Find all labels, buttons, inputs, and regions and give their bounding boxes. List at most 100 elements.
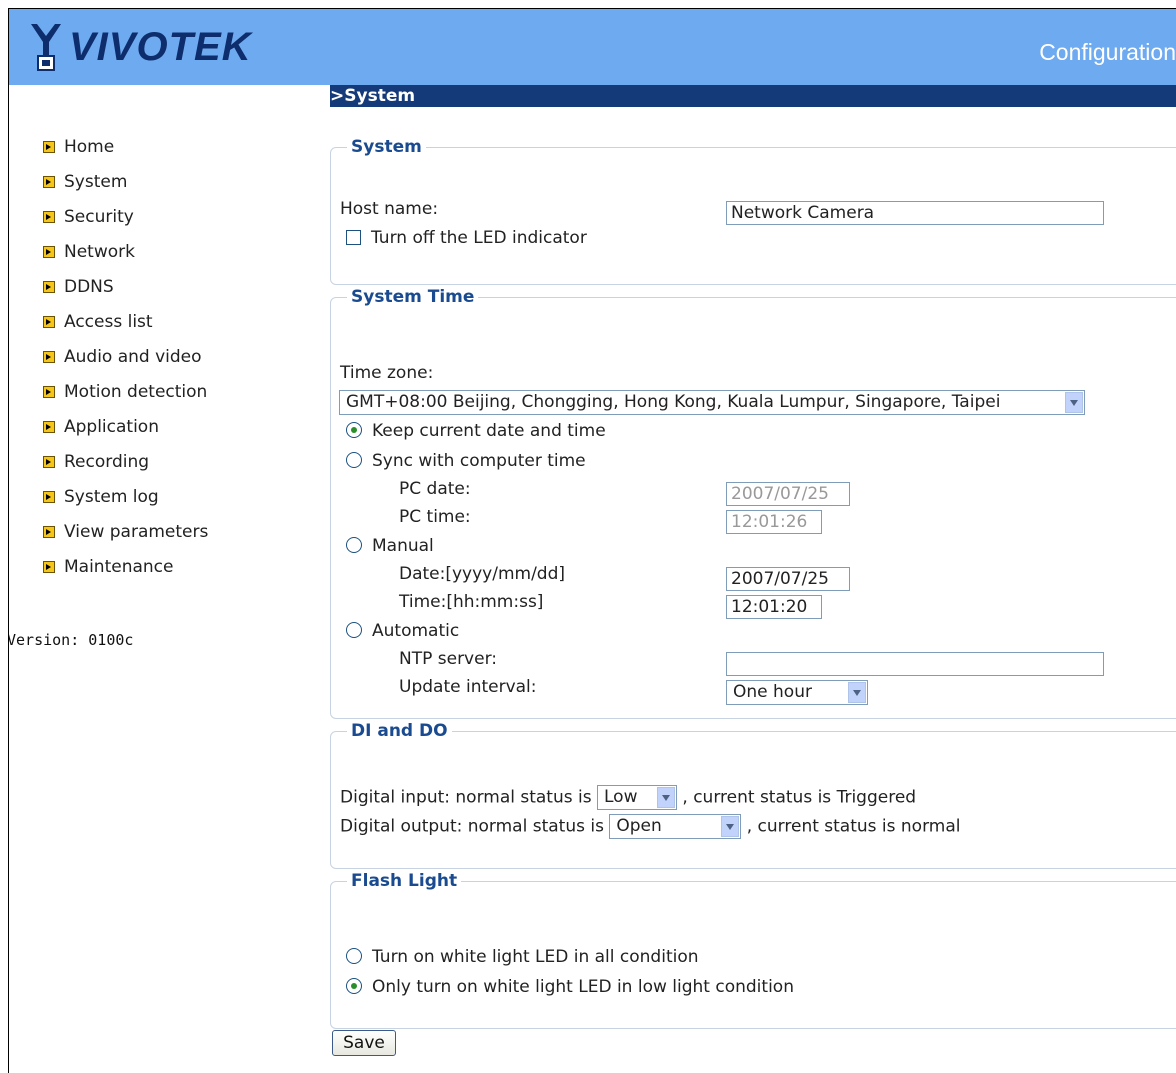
- sync-label: Sync with computer time: [372, 451, 586, 471]
- sidebar-item-motion-detection[interactable]: Motion detection: [43, 383, 208, 418]
- sidebar-item-label[interactable]: System log: [64, 488, 159, 506]
- sidebar-item-label[interactable]: Application: [64, 418, 159, 436]
- arrow-right-icon: [43, 281, 55, 293]
- page-header-title: Configuration: [1039, 39, 1176, 65]
- automatic-option[interactable]: Automatic: [346, 621, 459, 641]
- chevron-down-icon[interactable]: [657, 787, 675, 808]
- sidebar-item-label[interactable]: Home: [64, 138, 114, 156]
- flash-all-radio[interactable]: [346, 948, 362, 964]
- system-legend: System: [351, 137, 422, 157]
- keep-label: Keep current date and time: [372, 421, 606, 441]
- arrow-right-icon: [43, 351, 55, 363]
- pc-time-label: PC time:: [399, 507, 471, 527]
- manual-option[interactable]: Manual: [346, 536, 434, 556]
- page-title: >System: [330, 85, 1176, 107]
- header-bar: VIVOTEK Configuration: [9, 9, 1176, 85]
- flash-low-radio[interactable]: [346, 978, 362, 994]
- sidebar-item-recording[interactable]: Recording: [43, 453, 208, 488]
- flash-low-label: Only turn on white light LED in low ligh…: [372, 977, 794, 997]
- led-option[interactable]: Turn off the LED indicator: [346, 228, 587, 248]
- keep-radio[interactable]: [346, 422, 362, 438]
- flash-all-option[interactable]: Turn on white light LED in all condition: [346, 947, 699, 967]
- sidebar-item-application[interactable]: Application: [43, 418, 208, 453]
- host-name-label: Host name:: [340, 199, 439, 219]
- sidebar-item-label[interactable]: Network: [64, 243, 135, 261]
- chevron-down-icon[interactable]: [1065, 392, 1083, 413]
- automatic-radio[interactable]: [346, 622, 362, 638]
- sidebar-item-view-parameters[interactable]: View parameters: [43, 523, 208, 558]
- save-button[interactable]: Save: [332, 1030, 396, 1056]
- date-label: Date:[yyyy/mm/dd]: [399, 564, 566, 584]
- sync-radio[interactable]: [346, 452, 362, 468]
- arrow-right-icon: [43, 316, 55, 328]
- sidebar-item-home[interactable]: Home: [43, 138, 208, 173]
- pc-time-field: 12:01:26: [726, 510, 822, 534]
- logo-emblem-icon: [31, 24, 61, 71]
- host-name-input[interactable]: Network Camera: [726, 201, 1104, 225]
- sidebar-item-security[interactable]: Security: [43, 208, 208, 243]
- system-time-fieldset: System Time Time zone: GMT+08:00 Beijing…: [330, 287, 1176, 719]
- sidebar-item-label[interactable]: Access list: [64, 313, 153, 331]
- sidebar-item-label[interactable]: View parameters: [64, 523, 208, 541]
- brand-name: VIVOTEK: [69, 24, 252, 69]
- time-zone-select[interactable]: GMT+08:00 Beijing, Chongging, Hong Kong,…: [339, 390, 1085, 415]
- sidebar-item-label[interactable]: System: [64, 173, 127, 191]
- arrow-right-icon: [43, 246, 55, 258]
- arrow-right-icon: [43, 211, 55, 223]
- sidebar-item-system[interactable]: System: [43, 173, 208, 208]
- sidebar-item-label[interactable]: Audio and video: [64, 348, 202, 366]
- date-input[interactable]: 2007/07/25: [726, 567, 850, 591]
- sidebar-item-system-log[interactable]: System log: [43, 488, 208, 523]
- di-status-select[interactable]: Low: [597, 785, 677, 810]
- sidebar-nav: Home System Security Network DDNS Access…: [43, 138, 208, 593]
- di-status-value: Low: [604, 787, 638, 807]
- do-status-select[interactable]: Open: [609, 814, 742, 839]
- system-time-legend: System Time: [351, 287, 475, 307]
- browser-frame: VIVOTEK Configuration Home System Securi…: [8, 8, 1176, 1073]
- sidebar: Home System Security Network DDNS Access…: [9, 85, 330, 1073]
- sidebar-item-label[interactable]: Maintenance: [64, 558, 173, 576]
- manual-radio[interactable]: [346, 537, 362, 553]
- update-interval-label: Update interval:: [399, 677, 537, 697]
- vivotek-logo: VIVOTEK: [29, 19, 252, 75]
- flash-low-option[interactable]: Only turn on white light LED in low ligh…: [346, 977, 794, 997]
- time-input[interactable]: 12:01:20: [726, 595, 822, 619]
- sidebar-item-ddns[interactable]: DDNS: [43, 278, 208, 313]
- di-suffix: , current status is Triggered: [682, 787, 917, 808]
- arrow-right-icon: [43, 176, 55, 188]
- led-checkbox[interactable]: [346, 230, 361, 245]
- sidebar-item-label[interactable]: Security: [64, 208, 134, 226]
- di-prefix: Digital input: normal status is: [340, 787, 592, 808]
- sidebar-item-access-list[interactable]: Access list: [43, 313, 208, 348]
- chevron-down-icon[interactable]: [848, 682, 866, 703]
- led-label: Turn off the LED indicator: [371, 228, 587, 248]
- keep-option[interactable]: Keep current date and time: [346, 421, 606, 441]
- arrow-right-icon: [43, 491, 55, 503]
- sidebar-item-label[interactable]: DDNS: [64, 278, 114, 296]
- sync-option[interactable]: Sync with computer time: [346, 451, 586, 471]
- sidebar-item-label[interactable]: Motion detection: [64, 383, 207, 401]
- version-text: Version: 0100c: [8, 631, 134, 649]
- sidebar-item-network[interactable]: Network: [43, 243, 208, 278]
- dido-legend: DI and DO: [351, 721, 448, 741]
- arrow-right-icon: [43, 141, 55, 153]
- sidebar-item-label[interactable]: Recording: [64, 453, 149, 471]
- sidebar-item-maintenance[interactable]: Maintenance: [43, 558, 208, 593]
- ntp-server-label: NTP server:: [399, 649, 497, 669]
- do-suffix: , current status is normal: [746, 816, 961, 837]
- ntp-server-input[interactable]: [726, 652, 1104, 676]
- pc-date-field: 2007/07/25: [726, 482, 850, 506]
- do-prefix: Digital output: normal status is: [340, 816, 604, 837]
- digital-input-row: Digital input: normal status is Low , cu…: [340, 785, 916, 810]
- arrow-right-icon: [43, 386, 55, 398]
- do-status-value: Open: [616, 816, 662, 836]
- sidebar-item-audio-video[interactable]: Audio and video: [43, 348, 208, 383]
- manual-label: Manual: [372, 536, 434, 556]
- arrow-right-icon: [43, 421, 55, 433]
- update-interval-select[interactable]: One hour: [726, 680, 868, 705]
- flash-light-legend: Flash Light: [351, 871, 458, 891]
- automatic-label: Automatic: [372, 621, 460, 641]
- main-content: >System System Host name: Network Camera…: [330, 85, 1176, 1073]
- flash-all-label: Turn on white light LED in all condition: [372, 947, 699, 967]
- chevron-down-icon[interactable]: [721, 816, 740, 837]
